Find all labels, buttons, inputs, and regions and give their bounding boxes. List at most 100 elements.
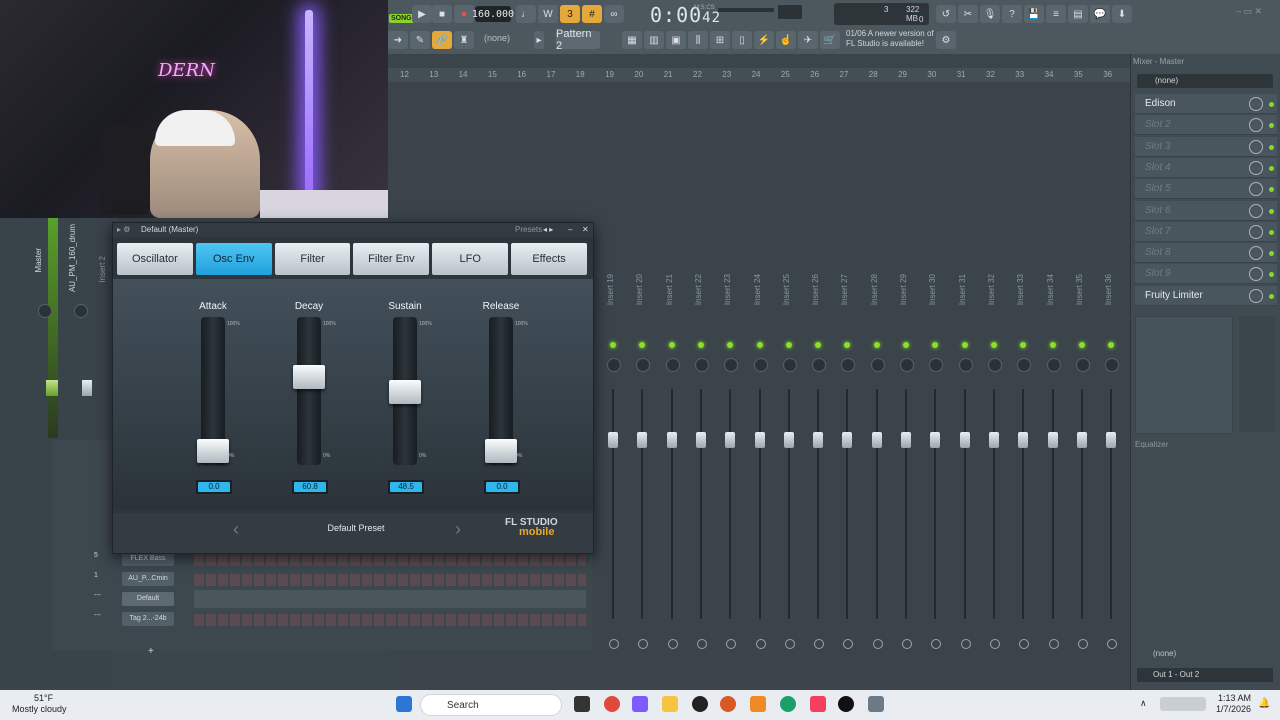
channelrack-icon[interactable]: ▣ [666,31,686,49]
insert-led[interactable] [727,342,734,348]
env-slider-track[interactable] [297,317,321,465]
env-value-box[interactable]: 60.8 [291,479,329,495]
slot-enable-led[interactable] [1269,187,1274,193]
download-icon[interactable]: ⬇ [1112,5,1132,23]
volume-fader[interactable] [930,432,941,448]
slot-enable-led[interactable] [1269,208,1274,214]
tab-lfo[interactable]: LFO [432,243,509,275]
pan-knob[interactable] [724,358,739,372]
mixer-slot[interactable]: Slot 2 [1135,115,1277,136]
file-icon[interactable]: ▯ [732,31,752,49]
channel-au-cmin[interactable]: AU_P...Cmin [122,572,174,586]
insert-led[interactable] [903,342,909,348]
master-pan-knob[interactable] [38,304,52,318]
slot-mix-knob[interactable] [1249,246,1263,261]
mixer-insert-strip[interactable]: Insert 26 [805,154,831,694]
window-controls-icon[interactable]: – ▭ ✕ [1236,6,1262,17]
volume-fader[interactable] [637,432,648,448]
channel-num-default[interactable]: --- [94,592,101,599]
mixer-slot[interactable]: Slot 5 [1135,179,1277,200]
mixer-insert-strip[interactable]: Insert 20 [629,154,655,694]
tray-chevron-icon[interactable]: ∧ [1140,698,1147,709]
mixer-insert-strip[interactable]: Insert 36 [1098,154,1124,694]
volume-fader[interactable] [1047,432,1058,448]
volume-fader[interactable] [871,432,882,448]
stamp-icon[interactable]: ♜ [454,31,474,49]
env-slider-knob[interactable] [197,439,229,463]
task-view-icon[interactable] [574,696,590,712]
mixer-slot[interactable]: Slot 6 [1135,200,1277,221]
slot-mix-knob[interactable] [1249,203,1263,218]
pan-knob[interactable] [958,358,973,372]
insert-led[interactable] [815,342,822,348]
env-value-box[interactable]: 0.0 [195,479,233,495]
slot-enable-led[interactable] [1269,293,1274,299]
pan-knob[interactable] [753,358,768,372]
pan-knob[interactable] [987,358,1002,372]
volume-fader[interactable] [813,432,824,448]
insert-led[interactable] [1108,342,1115,348]
drum-pan-knob[interactable] [74,304,88,318]
slot-mix-knob[interactable] [1249,139,1263,154]
plugin-titlebar[interactable]: ▸ ⚙ Default (Master) Presets ◂ ▸ – ✕ [113,223,593,237]
slot-enable-led[interactable] [1269,123,1274,129]
mic-icon[interactable]: 🎙 [980,5,1000,23]
route-icon[interactable] [755,639,766,649]
pan-knob[interactable] [607,358,621,372]
pan-knob[interactable] [812,358,827,372]
route-icon[interactable] [696,639,707,649]
mixer-icon[interactable]: ≡ [1046,5,1066,23]
insert-led[interactable] [990,342,997,348]
presets-label[interactable]: Presets [515,223,542,237]
slot-mix-knob[interactable] [1249,118,1263,133]
slot-enable-led[interactable] [1269,229,1274,235]
route-icon[interactable] [989,639,1000,649]
arrow-icon[interactable]: ➜ [388,31,408,49]
volume-fader[interactable] [754,432,765,448]
mixer-insert-strip[interactable]: Insert 34 [1040,154,1066,694]
pan-knob[interactable] [929,358,944,372]
volume-fader[interactable] [695,432,706,448]
mixer-insert-strip[interactable]: Insert 21 [659,154,685,694]
volume-fader[interactable] [842,432,853,448]
insert-led[interactable] [844,342,851,348]
slot-enable-led[interactable] [1269,144,1274,150]
eq-graph[interactable] [1135,316,1233,434]
route-icon[interactable] [931,639,942,649]
settings-icon[interactable] [868,696,884,712]
close-icon[interactable]: ✕ [582,223,589,237]
channel-tag2[interactable]: Tag 2...-24b [122,612,174,626]
app-icon[interactable] [720,696,736,712]
volume-fader[interactable] [783,432,794,448]
mixer-slot[interactable]: Slot 9 [1135,264,1277,285]
explorer-icon[interactable] [662,696,678,712]
mixer-view-icon[interactable]: ⫼ [688,31,708,49]
edge-icon[interactable] [780,696,796,712]
insert-led[interactable] [639,342,646,348]
route-icon[interactable] [902,639,912,649]
mixer-insert-strip[interactable]: Insert 19 [600,154,626,694]
wait-icon[interactable]: W [538,5,558,23]
pianoroll-icon[interactable]: ▥ [644,31,664,49]
insert-led[interactable] [932,342,939,348]
step-sequencer-row[interactable] [194,554,586,566]
brush-icon[interactable]: ✎ [410,31,430,49]
search-box[interactable]: Search [420,694,562,716]
link-icon[interactable]: 🔗 [432,31,452,49]
mixer-insert-strip[interactable]: Insert 35 [1069,154,1095,694]
volume-fader[interactable] [988,432,999,448]
slot-mix-knob[interactable] [1249,160,1263,175]
start-icon[interactable] [396,696,412,712]
tempo-display[interactable]: 160.000 [472,6,514,22]
position-slider[interactable] [718,8,774,12]
mixer-insert-strip[interactable]: Insert 27 [834,154,860,694]
output-none[interactable]: (none) [1153,649,1176,658]
metronome-icon[interactable]: ♩ [516,5,536,23]
route-icon[interactable] [814,639,825,649]
cut-icon[interactable]: ✂ [958,5,978,23]
pattern-select[interactable]: Pattern 2 [556,28,600,52]
tab-filter-env[interactable]: Filter Env [353,243,430,275]
tab-osc-env[interactable]: Osc Env [195,243,272,275]
mixer-insert-strip[interactable]: Insert 30 [922,154,948,694]
route-icon[interactable] [667,639,678,649]
